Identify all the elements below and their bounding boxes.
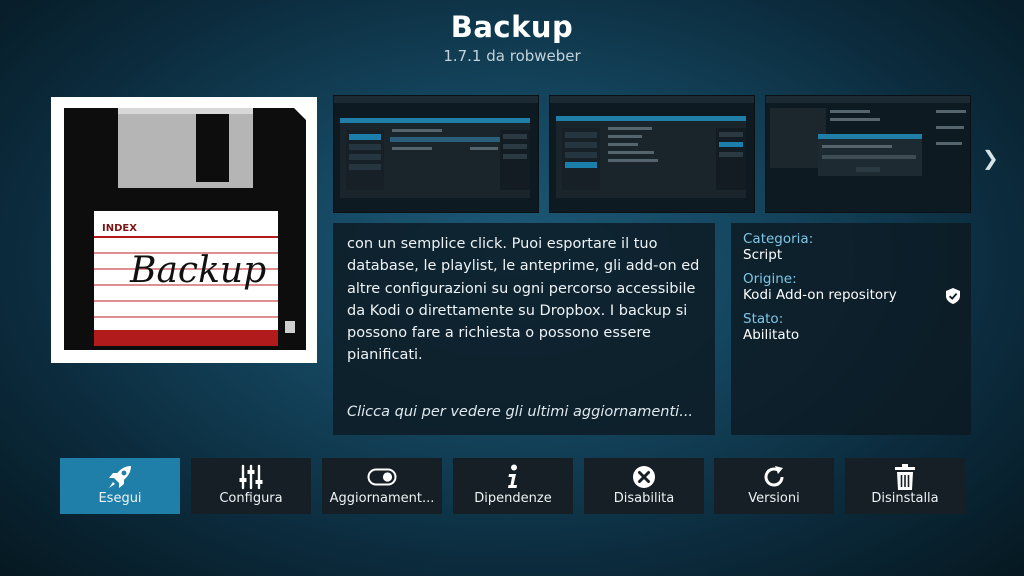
addon-description[interactable]: con un semplice click. Puoi esportare il… bbox=[333, 223, 715, 435]
auto-update-button-label: Aggiornament... bbox=[329, 491, 435, 506]
trash-icon bbox=[845, 463, 965, 491]
disable-button-label: Disabilita bbox=[613, 491, 675, 506]
addon-info-panel: Categoria: Script Origine: Kodi Add-on r… bbox=[731, 223, 971, 435]
changelog-link[interactable]: Clicca qui per vedere gli ultimi aggiorn… bbox=[347, 404, 693, 420]
origin-value: Kodi Add-on repository bbox=[743, 287, 897, 303]
screenshot-1[interactable] bbox=[333, 95, 539, 213]
svg-text:INDEX: INDEX bbox=[102, 223, 137, 234]
run-button-label: Esegui bbox=[98, 491, 142, 506]
state-label: Stato: bbox=[743, 311, 784, 327]
dependencies-button[interactable]: Dipendenze bbox=[453, 458, 573, 514]
addon-icon: INDEX Backup bbox=[51, 97, 317, 363]
state-value: Abilitato bbox=[743, 327, 800, 343]
sliders-icon bbox=[191, 463, 311, 491]
toggle-icon bbox=[322, 463, 442, 491]
next-screenshots-arrow-icon[interactable]: ❯ bbox=[982, 146, 999, 170]
run-button[interactable]: Esegui bbox=[60, 458, 180, 514]
auto-update-button[interactable]: Aggiornament... bbox=[322, 458, 442, 514]
floppy-disk-icon: INDEX Backup bbox=[64, 108, 306, 350]
screenshot-3[interactable] bbox=[765, 95, 971, 213]
screenshot-2[interactable] bbox=[549, 95, 755, 213]
origin-label: Origine: bbox=[743, 271, 797, 287]
svg-text:Backup: Backup bbox=[129, 250, 266, 291]
versions-button-label: Versioni bbox=[748, 491, 800, 506]
addon-version-author: 1.7.1 da robweber bbox=[443, 47, 581, 65]
uninstall-button[interactable]: Disinstalla bbox=[845, 458, 965, 514]
uninstall-button-label: Disinstalla bbox=[871, 491, 939, 506]
addon-title: Backup bbox=[450, 10, 574, 44]
category-label: Categoria: bbox=[743, 231, 814, 247]
description-text: con un semplice click. Puoi esportare il… bbox=[347, 236, 700, 364]
info-icon bbox=[453, 463, 573, 491]
close-circle-icon bbox=[584, 463, 704, 491]
refresh-icon bbox=[714, 463, 834, 491]
versions-button[interactable]: Versioni bbox=[714, 458, 834, 514]
dependencies-button-label: Dipendenze bbox=[474, 491, 552, 506]
verified-shield-icon bbox=[946, 288, 960, 304]
configure-button-label: Configura bbox=[219, 491, 283, 506]
rocket-icon bbox=[60, 463, 180, 491]
configure-button[interactable]: Configura bbox=[191, 458, 311, 514]
category-value: Script bbox=[743, 247, 783, 263]
disable-button[interactable]: Disabilita bbox=[584, 458, 704, 514]
